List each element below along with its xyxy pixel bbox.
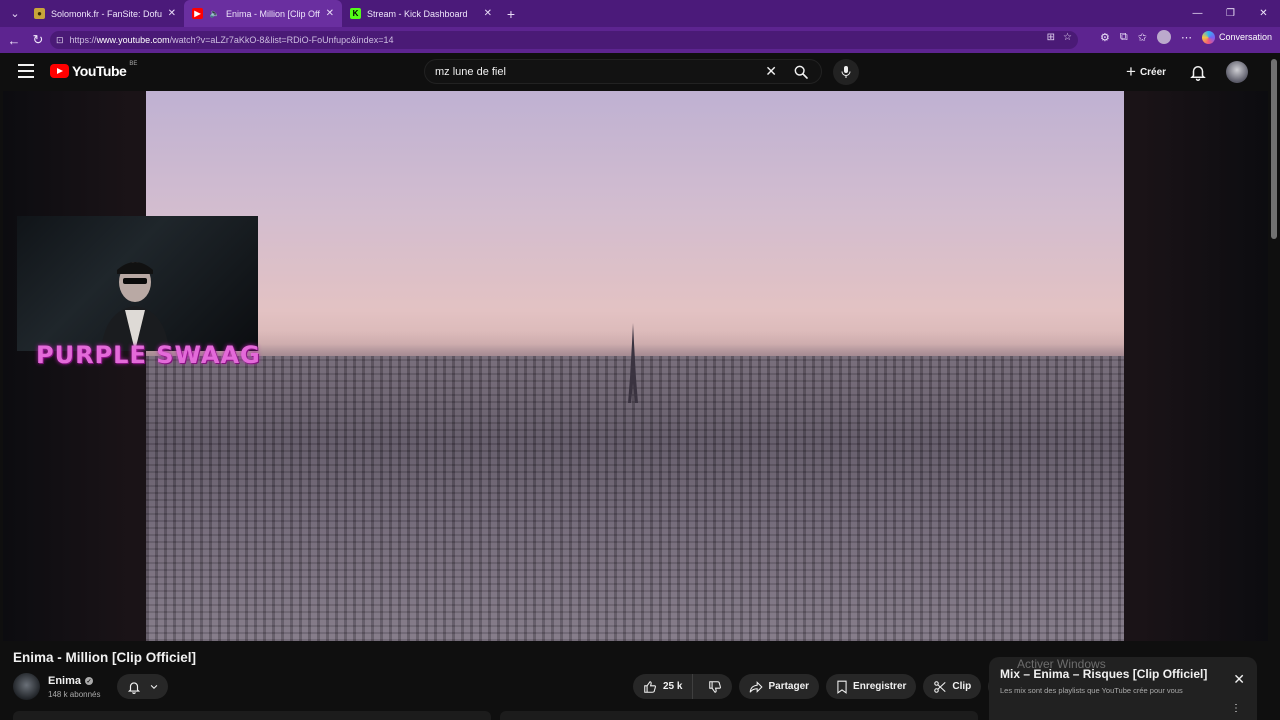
create-label: Créer <box>1139 66 1167 78</box>
url-host: www.youtube.com <box>96 35 170 45</box>
extensions-icon[interactable]: ⚙ <box>1100 31 1110 44</box>
scrollbar-thumb[interactable] <box>1271 59 1277 239</box>
dofus-favicon-icon: ● <box>34 8 45 19</box>
tab-actions-menu-button[interactable]: ⌄ <box>4 3 26 25</box>
windows-activation-watermark: Activer Windows <box>1017 657 1106 671</box>
reload-button[interactable]: ↻ <box>26 28 50 52</box>
copilot-icon <box>1201 30 1215 44</box>
subscriber-count: 148 k abonnés <box>48 690 101 699</box>
eiffel-tower-shape <box>628 323 638 403</box>
address-bar[interactable]: ⊡ https://www.youtube.com/watch?v=aLZr7a… <box>50 31 1078 49</box>
tab-title: Enima - Million [Clip Officiel] <box>226 8 320 19</box>
kick-favicon-icon: K <box>350 8 361 19</box>
more-menu-icon[interactable]: ⋯ <box>1181 31 1192 44</box>
favorite-star-icon[interactable]: ☆ <box>1063 32 1072 43</box>
browser-tabstrip: ⌄ ● Solomonk.fr - FanSite: Dofus Rétro ✕… <box>0 0 1280 27</box>
youtube-wordmark: YouTube <box>72 63 127 79</box>
browser-toolbar: ← ↻ ⊡ https://www.youtube.com/watch?v=aL… <box>0 27 1280 53</box>
copilot-label: Conversation <box>1218 32 1272 42</box>
country-code: BE <box>129 61 138 67</box>
youtube-logo[interactable]: YouTube BE <box>50 61 138 79</box>
like-button[interactable]: 25 k <box>633 674 694 699</box>
new-tab-button[interactable]: + <box>500 3 522 25</box>
create-button[interactable]: + Créer <box>1126 61 1166 83</box>
video-player[interactable] <box>146 91 1124 641</box>
guide-menu-icon[interactable] <box>18 64 34 78</box>
youtube-masthead: YouTube BE mz lune de fiel ✕ + Créer <box>0 53 1268 91</box>
channel-name: Enima <box>48 675 82 687</box>
tab-close-icon[interactable]: ✕ <box>326 8 334 19</box>
clip-label: Clip <box>952 681 972 692</box>
share-button[interactable]: Partager <box>739 674 820 699</box>
speaker-icon[interactable]: 🔈 <box>209 8 220 19</box>
like-dislike-group: 25 k <box>633 674 733 699</box>
channel-avatar[interactable] <box>13 673 40 700</box>
tab-close-icon[interactable]: ✕ <box>484 8 492 19</box>
app-available-icon[interactable]: ⊞ <box>1047 32 1055 43</box>
thumbs-up-icon <box>644 680 656 693</box>
close-window-button[interactable]: ✕ <box>1247 0 1280 27</box>
bell-icon <box>127 681 140 694</box>
tab-youtube[interactable]: ▶ 🔈 Enima - Million [Clip Officiel] ✕ <box>184 0 342 27</box>
favorites-icon[interactable]: ✩ <box>1138 31 1147 44</box>
site-info-icon[interactable]: ⊡ <box>56 35 64 46</box>
tab-title: Solomonk.fr - FanSite: Dofus Rétro <box>51 8 162 19</box>
channel-name-link[interactable]: Enima ✓ <box>48 675 94 687</box>
minimize-button[interactable]: — <box>1181 0 1214 27</box>
tab-close-icon[interactable]: ✕ <box>168 8 176 19</box>
dislike-button[interactable] <box>698 674 732 699</box>
subscription-notifications-button[interactable] <box>117 674 168 699</box>
webcam-overlay <box>17 216 258 351</box>
save-button[interactable]: Enregistrer <box>826 674 917 699</box>
like-count: 25 k <box>663 681 683 692</box>
notifications-button[interactable] <box>1189 63 1207 81</box>
recommendation-chip-placeholder <box>500 711 978 720</box>
mix-description: Les mix sont des playlists que YouTube c… <box>1000 686 1183 695</box>
clip-button[interactable]: Clip <box>923 674 982 699</box>
recommendation-chip-placeholder <box>13 711 491 720</box>
url-path: /watch?v=aLZr7aKkO-8&list=RDiO-FoUnfupc&… <box>169 35 394 45</box>
tab-solomonk[interactable]: ● Solomonk.fr - FanSite: Dofus Rétro ✕ <box>26 0 184 27</box>
split-screen-icon[interactable]: ⧉ <box>1120 31 1128 44</box>
share-icon <box>750 680 764 693</box>
close-mix-icon[interactable]: ✕ <box>1233 671 1245 688</box>
search-input[interactable]: mz lune de fiel ✕ <box>424 59 822 84</box>
maximize-button[interactable]: ❐ <box>1214 0 1247 27</box>
plus-icon: + <box>1126 62 1136 81</box>
voice-search-button[interactable] <box>833 59 859 85</box>
video-actions: 25 k Partager Enregistrer Clip ••• <box>633 674 1014 699</box>
tab-title: Stream - Kick Dashboard <box>367 8 468 19</box>
search-icon <box>794 65 808 79</box>
account-avatar[interactable] <box>1226 61 1248 83</box>
clear-search-icon[interactable]: ✕ <box>765 63 777 80</box>
scissors-icon <box>934 680 947 693</box>
tab-kick[interactable]: K Stream - Kick Dashboard ✕ <box>342 0 500 27</box>
mix-menu-icon[interactable]: ⋮ <box>1231 703 1241 714</box>
video-title: Enima - Million [Clip Officiel] <box>13 650 197 665</box>
thumbs-down-icon <box>709 680 722 693</box>
streamer-silhouette <box>101 262 169 351</box>
page-scrollbar[interactable] <box>1268 53 1280 720</box>
verified-check-icon: ✓ <box>85 677 94 685</box>
share-label: Partager <box>768 681 810 692</box>
youtube-play-icon <box>50 64 69 78</box>
overlay-brand-text: PURPLE SWAAG <box>36 341 261 369</box>
search-button[interactable] <box>781 59 821 84</box>
url-prefix: https:// <box>69 35 97 45</box>
bookmark-icon <box>837 680 847 694</box>
save-label: Enregistrer <box>853 681 907 692</box>
window-controls: — ❐ ✕ <box>1181 0 1280 27</box>
chevron-down-icon <box>150 684 157 689</box>
microphone-icon <box>841 66 851 78</box>
youtube-favicon-icon: ▶ <box>192 8 203 19</box>
bell-icon <box>1190 66 1206 81</box>
profile-avatar[interactable] <box>1156 30 1171 44</box>
back-button[interactable]: ← <box>2 28 26 52</box>
copilot-button[interactable]: Conversation <box>1201 30 1272 44</box>
browser-tools: ⚙ ⧉ ✩ ⋯ Conversation <box>1100 30 1272 44</box>
search-query: mz lune de fiel <box>435 65 506 78</box>
